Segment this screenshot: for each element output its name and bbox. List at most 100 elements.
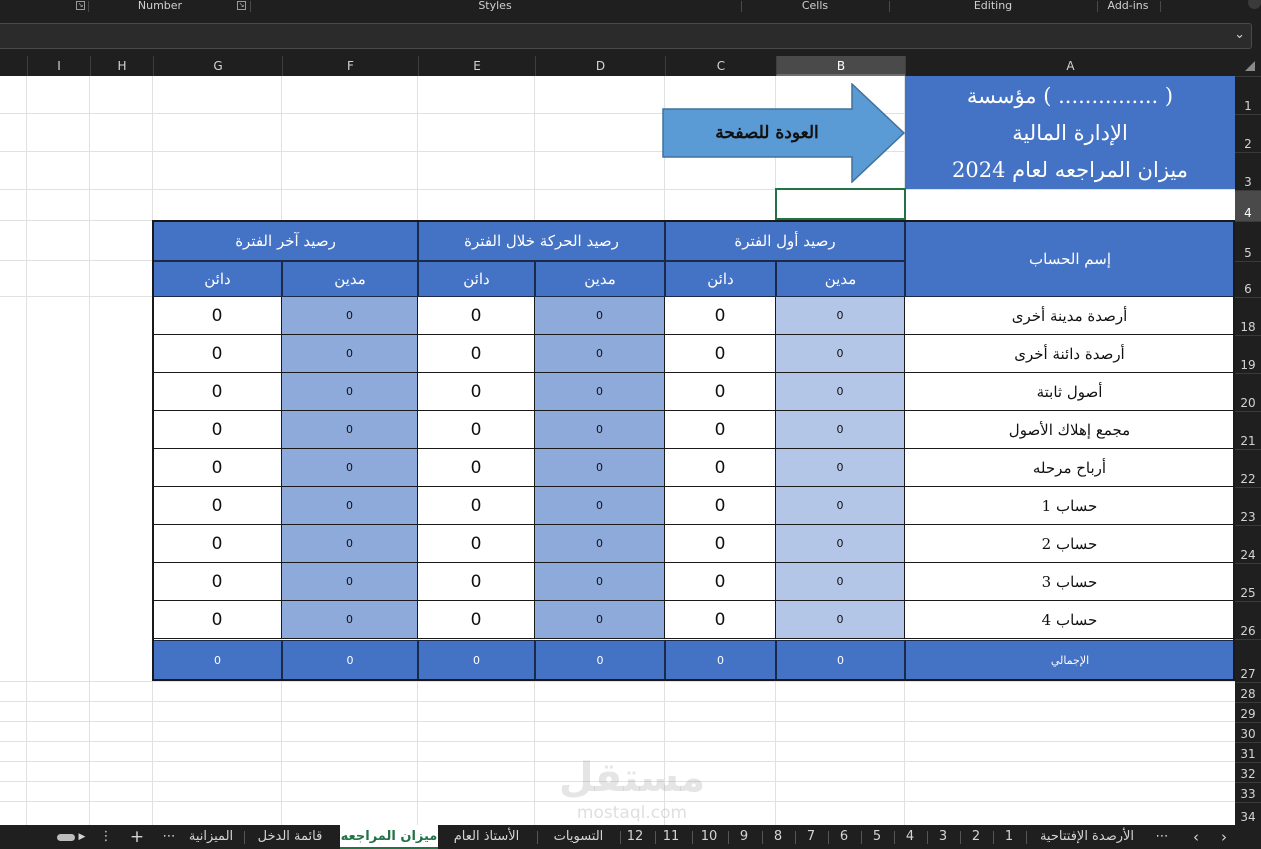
amount-cell[interactable]: 0: [282, 373, 418, 411]
row-header-19[interactable]: 19: [1235, 335, 1261, 373]
tab-6[interactable]: 6: [828, 825, 860, 849]
amount-cell[interactable]: 0: [282, 335, 418, 373]
row-header-33[interactable]: 33: [1235, 782, 1261, 802]
amount-cell[interactable]: 0: [535, 525, 665, 563]
chevron-down-icon[interactable]: ⌄: [1234, 27, 1245, 42]
column-header-B[interactable]: B: [776, 56, 905, 76]
debit-column-header[interactable]: مدين: [776, 261, 905, 297]
amount-cell[interactable]: 0: [776, 411, 905, 449]
amount-cell[interactable]: 0: [282, 525, 418, 563]
active-cell-selection[interactable]: [775, 188, 906, 220]
amount-cell[interactable]: 0: [665, 411, 776, 449]
tab-trial-balance[interactable]: ميزان المراجعه: [340, 825, 438, 849]
amount-cell[interactable]: 0: [665, 563, 776, 601]
credit-column-header[interactable]: دائن: [153, 261, 282, 297]
total-amount-cell[interactable]: 0: [153, 640, 282, 680]
tab-income-statement[interactable]: قائمة الدخل: [246, 825, 334, 849]
account-name-cell[interactable]: حساب 4: [905, 601, 1235, 639]
amount-cell[interactable]: 0: [776, 563, 905, 601]
amount-cell[interactable]: 0: [776, 335, 905, 373]
row-header-4[interactable]: 4: [1235, 190, 1261, 221]
tab-9[interactable]: 9: [728, 825, 760, 849]
tab-8[interactable]: 8: [762, 825, 794, 849]
amount-cell[interactable]: 0: [282, 563, 418, 601]
amount-cell[interactable]: 0: [665, 297, 776, 335]
amount-cell[interactable]: 0: [665, 601, 776, 639]
debit-column-header[interactable]: مدين: [282, 261, 418, 297]
tab-5[interactable]: 5: [861, 825, 893, 849]
row-header-20[interactable]: 20: [1235, 373, 1261, 411]
amount-cell[interactable]: 0: [535, 373, 665, 411]
amount-cell[interactable]: 0: [282, 297, 418, 335]
row-header-31[interactable]: 31: [1235, 742, 1261, 762]
group-header-period-movement[interactable]: رصيد الحركة خلال الفترة: [418, 221, 665, 261]
tab-adjustments[interactable]: التسويات: [540, 825, 617, 849]
column-header[interactable]: [0, 56, 27, 76]
row-header-28[interactable]: 28: [1235, 682, 1261, 702]
back-to-page-button[interactable]: العودة للصفحة: [662, 83, 906, 183]
credit-column-header[interactable]: دائن: [665, 261, 776, 297]
row-header-32[interactable]: 32: [1235, 762, 1261, 782]
row-header-22[interactable]: 22: [1235, 449, 1261, 487]
credit-column-header[interactable]: دائن: [418, 261, 535, 297]
scroll-tabs-right-icon[interactable]: ›: [1214, 825, 1234, 849]
more-sheets-left-icon[interactable]: ⋯: [157, 825, 181, 849]
total-amount-cell[interactable]: 0: [282, 640, 418, 680]
tab-balance-sheet[interactable]: الميزانية: [181, 825, 241, 849]
select-all-corner[interactable]: [1235, 56, 1261, 76]
column-header-D[interactable]: D: [535, 56, 665, 76]
column-header-I[interactable]: I: [27, 56, 90, 76]
row-header-23[interactable]: 23: [1235, 487, 1261, 525]
amount-cell[interactable]: 0: [535, 487, 665, 525]
row-header-25[interactable]: 25: [1235, 563, 1261, 601]
amount-cell[interactable]: 0: [418, 373, 535, 411]
amount-cell[interactable]: 0: [153, 373, 282, 411]
amount-cell[interactable]: 0: [776, 601, 905, 639]
column-header-A[interactable]: A: [905, 56, 1235, 76]
tab-3[interactable]: 3: [927, 825, 959, 849]
account-name-cell[interactable]: أصول ثابتة: [905, 373, 1235, 411]
column-header-E[interactable]: E: [418, 56, 535, 76]
amount-cell[interactable]: 0: [153, 335, 282, 373]
dialog-launcher-icon[interactable]: ↘: [76, 1, 85, 10]
amount-cell[interactable]: 0: [153, 487, 282, 525]
amount-cell[interactable]: 0: [153, 563, 282, 601]
worksheet-grid[interactable]: مؤسسة ( ............... ) الإدارة المالي…: [0, 76, 1235, 825]
amount-cell[interactable]: 0: [153, 601, 282, 639]
column-header-C[interactable]: C: [665, 56, 776, 76]
total-amount-cell[interactable]: 0: [665, 640, 776, 680]
tab-2[interactable]: 2: [960, 825, 992, 849]
amount-cell[interactable]: 0: [153, 449, 282, 487]
amount-cell[interactable]: 0: [776, 373, 905, 411]
amount-cell[interactable]: 0: [665, 525, 776, 563]
horizontal-scroll-handle[interactable]: [57, 834, 75, 841]
amount-cell[interactable]: 0: [776, 525, 905, 563]
row-header-2[interactable]: 2: [1235, 114, 1261, 152]
amount-cell[interactable]: 0: [776, 487, 905, 525]
amount-cell[interactable]: 0: [418, 563, 535, 601]
vertical-more-icon[interactable]: ⋮: [98, 825, 114, 849]
ribbon-collapse-icon[interactable]: [1248, 0, 1261, 9]
account-name-header[interactable]: إسم الحساب: [905, 221, 1235, 297]
account-name-cell[interactable]: أرباح مرحله: [905, 449, 1235, 487]
row-header-29[interactable]: 29: [1235, 702, 1261, 722]
play-right-icon[interactable]: ▶: [76, 825, 88, 849]
row-header-27[interactable]: 27: [1235, 639, 1261, 682]
tab-11[interactable]: 11: [655, 825, 687, 849]
amount-cell[interactable]: 0: [776, 449, 905, 487]
row-header-26[interactable]: 26: [1235, 601, 1261, 639]
column-header-H[interactable]: H: [90, 56, 153, 76]
amount-cell[interactable]: 0: [665, 335, 776, 373]
add-sheet-button[interactable]: +: [126, 825, 148, 849]
column-header-G[interactable]: G: [153, 56, 282, 76]
row-header-21[interactable]: 21: [1235, 411, 1261, 449]
total-amount-cell[interactable]: 0: [418, 640, 535, 680]
tab-general-ledger[interactable]: الأستاذ العام: [441, 825, 532, 849]
scroll-tabs-left-icon[interactable]: ‹: [1186, 825, 1206, 849]
amount-cell[interactable]: 0: [418, 335, 535, 373]
amount-cell[interactable]: 0: [153, 411, 282, 449]
account-name-cell[interactable]: حساب 1: [905, 487, 1235, 525]
amount-cell[interactable]: 0: [665, 487, 776, 525]
total-amount-cell[interactable]: 0: [535, 640, 665, 680]
amount-cell[interactable]: 0: [535, 601, 665, 639]
